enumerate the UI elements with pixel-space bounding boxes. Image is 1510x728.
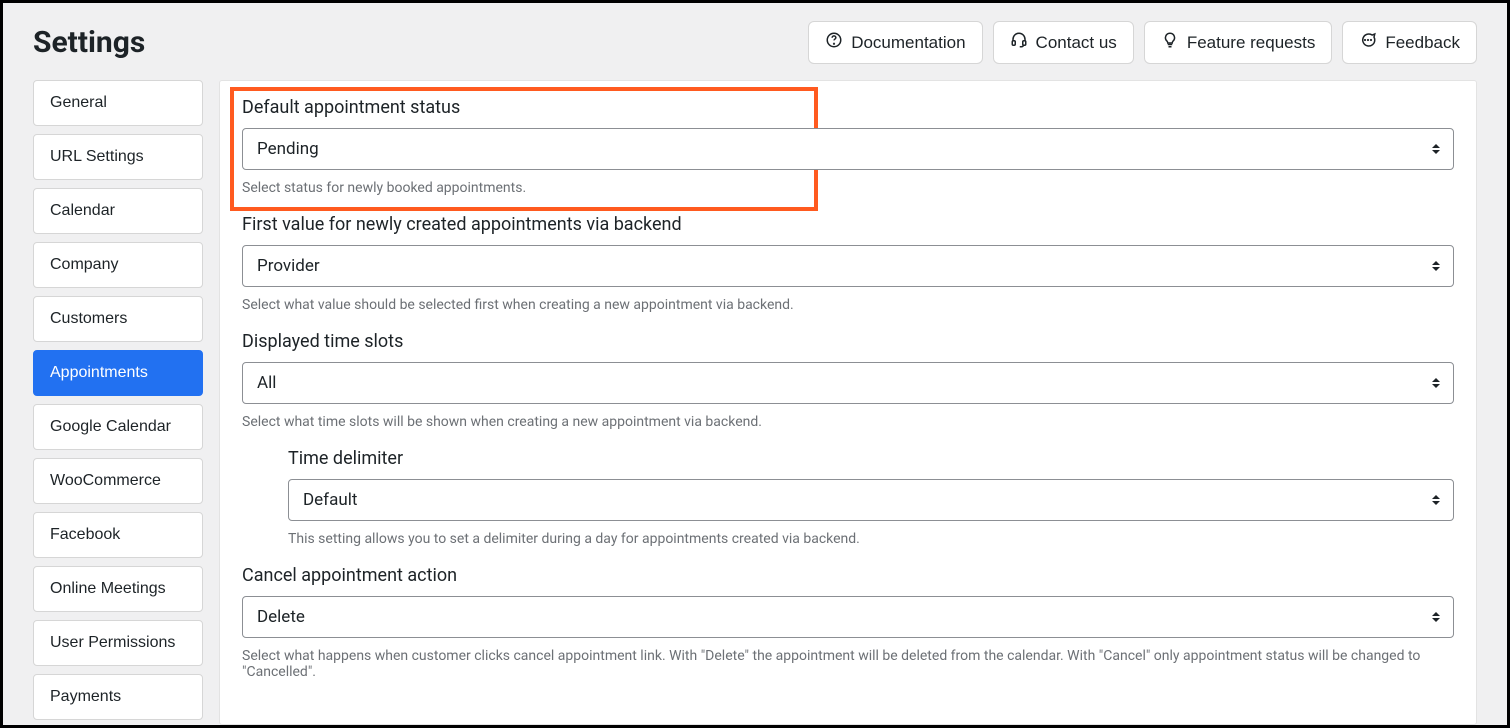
field-first-value: First value for newly created appointmen…	[242, 214, 1454, 313]
documentation-button[interactable]: Documentation	[808, 21, 982, 64]
field-label: Displayed time slots	[242, 331, 1454, 352]
sidebar-item-general[interactable]: General	[33, 80, 203, 126]
field-help: Select status for newly booked appointme…	[242, 180, 1454, 196]
sidebar-item-user-permissions[interactable]: User Permissions	[33, 620, 203, 666]
field-label: Cancel appointment action	[242, 565, 1454, 586]
sidebar-item-customers[interactable]: Customers	[33, 296, 203, 342]
select-value: All	[242, 362, 1454, 404]
feedback-button[interactable]: Feedback	[1342, 21, 1477, 64]
sidebar-item-calendar[interactable]: Calendar	[33, 188, 203, 234]
sidebar-item-google-calendar[interactable]: Google Calendar	[33, 404, 203, 450]
button-label: Contact us	[1036, 33, 1117, 53]
button-label: Documentation	[851, 33, 965, 53]
field-cancel-action: Cancel appointment action Delete Select …	[242, 565, 1454, 680]
feature-requests-button[interactable]: Feature requests	[1144, 21, 1333, 64]
lightbulb-icon	[1161, 31, 1179, 54]
sidebar-item-url-settings[interactable]: URL Settings	[33, 134, 203, 180]
settings-panel: Default appointment status Pending Selec…	[219, 80, 1477, 725]
help-circle-icon	[825, 31, 843, 54]
sidebar-item-online-meetings[interactable]: Online Meetings	[33, 566, 203, 612]
field-help: Select what value should be selected fir…	[242, 297, 1454, 313]
chat-icon	[1359, 31, 1377, 54]
sidebar-item-payments[interactable]: Payments	[33, 674, 203, 720]
sidebar-item-appointments[interactable]: Appointments	[33, 350, 203, 396]
select-value: Pending	[242, 128, 1454, 170]
field-label: First value for newly created appointmen…	[242, 214, 1454, 235]
field-help: This setting allows you to set a delimit…	[288, 531, 1454, 547]
field-label: Time delimiter	[288, 448, 1454, 469]
sidebar-item-company[interactable]: Company	[33, 242, 203, 288]
select-value: Delete	[242, 596, 1454, 638]
button-label: Feedback	[1385, 33, 1460, 53]
field-time-delimiter: Time delimiter Default This setting allo…	[288, 448, 1454, 547]
time-delimiter-select[interactable]: Default	[288, 479, 1454, 521]
field-help: Select what happens when customer clicks…	[242, 648, 1454, 680]
cancel-action-select[interactable]: Delete	[242, 596, 1454, 638]
sidebar-item-woocommerce[interactable]: WooCommerce	[33, 458, 203, 504]
contact-button[interactable]: Contact us	[993, 21, 1134, 64]
settings-sidebar: General URL Settings Calendar Company Cu…	[33, 80, 203, 725]
field-help: Select what time slots will be shown whe…	[242, 414, 1454, 430]
field-default-status: Default appointment status Pending Selec…	[230, 87, 1466, 208]
button-label: Feature requests	[1187, 33, 1316, 53]
default-status-select[interactable]: Pending	[242, 128, 1454, 170]
field-displayed-slots: Displayed time slots All Select what tim…	[242, 331, 1454, 430]
page-title: Settings	[33, 25, 145, 60]
headset-icon	[1010, 31, 1028, 54]
select-value: Provider	[242, 245, 1454, 287]
field-label: Default appointment status	[242, 97, 1454, 118]
select-value: Default	[288, 479, 1454, 521]
first-value-select[interactable]: Provider	[242, 245, 1454, 287]
header-actions: Documentation Contact us Feature request…	[808, 21, 1477, 64]
displayed-slots-select[interactable]: All	[242, 362, 1454, 404]
sidebar-item-facebook[interactable]: Facebook	[33, 512, 203, 558]
